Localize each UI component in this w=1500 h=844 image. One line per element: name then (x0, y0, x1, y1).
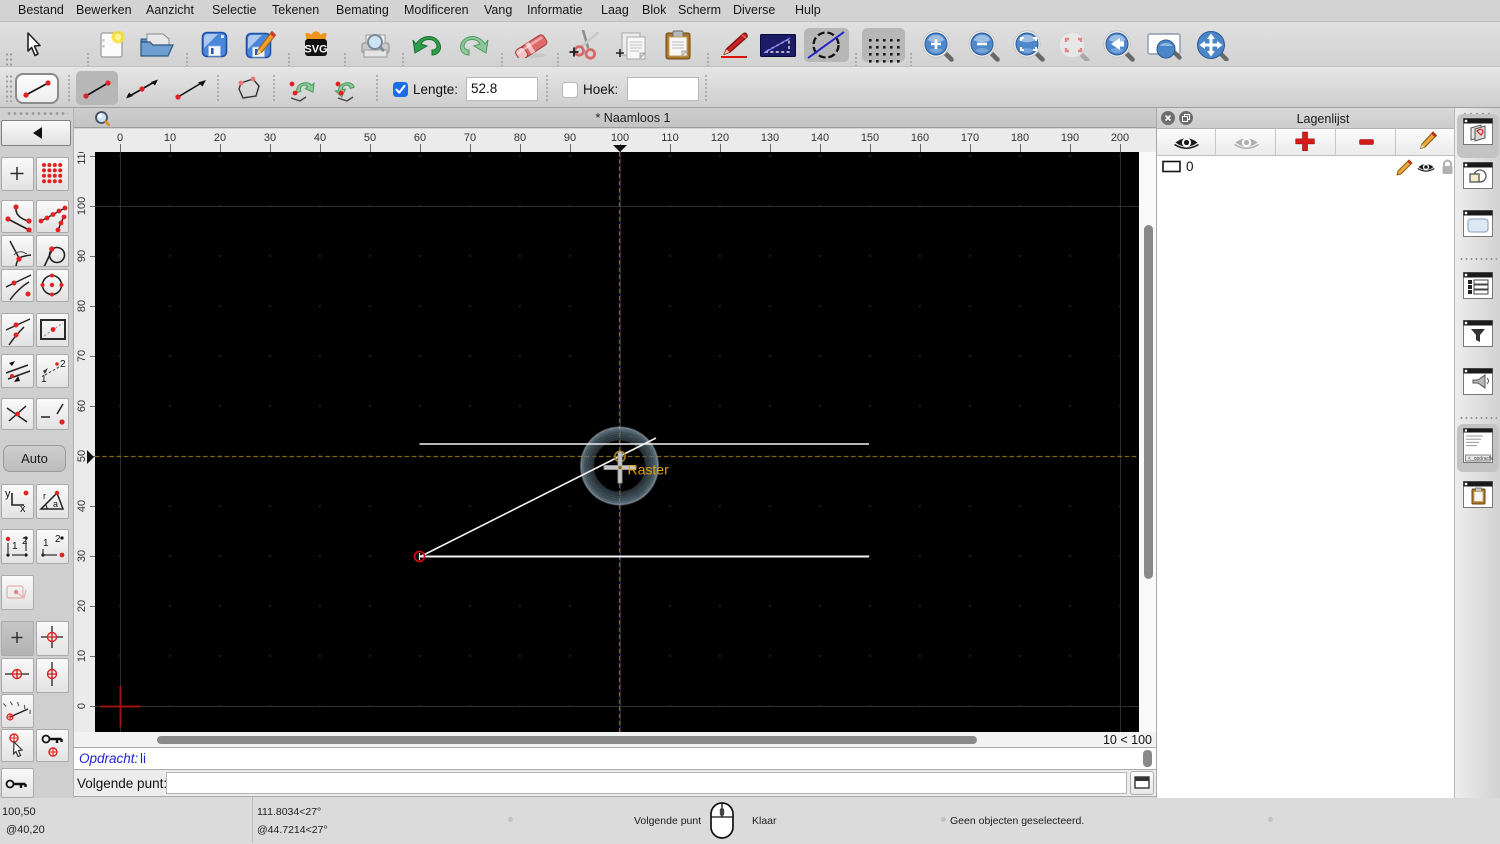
svg-text:y: y (5, 488, 11, 500)
svg-text:110: 110 (76, 152, 88, 165)
svg-text:1: 1 (43, 538, 49, 549)
svg-text:100: 100 (76, 197, 88, 215)
svg-text:160: 160 (911, 132, 929, 144)
svg-text:170: 170 (961, 132, 979, 144)
svg-text:0: 0 (117, 132, 123, 144)
svg-text:a: a (53, 499, 58, 509)
svg-text:30: 30 (76, 550, 88, 562)
svg-text:SVG: SVG (304, 44, 327, 56)
svg-text:120: 120 (711, 132, 729, 144)
svg-text:180: 180 (1011, 132, 1029, 144)
svg-text:140: 140 (811, 132, 829, 144)
svg-text:1: 1 (12, 541, 18, 552)
svg-text:30: 30 (264, 132, 276, 144)
svg-text:10: 10 (76, 650, 88, 662)
svg-text:100: 100 (611, 132, 629, 144)
svg-text:80: 80 (76, 300, 88, 312)
svg-text:200: 200 (1111, 132, 1129, 144)
svg-text:60: 60 (76, 400, 88, 412)
svg-text:150: 150 (861, 132, 879, 144)
svg-text:110: 110 (661, 132, 679, 144)
svg-text:Raster: Raster (628, 462, 670, 478)
svg-text:2: 2 (55, 534, 61, 545)
svg-text:90: 90 (564, 132, 576, 144)
svg-text:1: 1 (41, 374, 47, 385)
svg-text:r: r (43, 491, 46, 501)
svg-text:20: 20 (76, 600, 88, 612)
svg-text:70: 70 (76, 350, 88, 362)
svg-text:40: 40 (76, 500, 88, 512)
svg-text:10: 10 (164, 132, 176, 144)
svg-text:<_opdracht: <_opdracht (1468, 456, 1493, 462)
svg-text:130: 130 (761, 132, 779, 144)
svg-text:2: 2 (60, 359, 66, 370)
svg-text:50: 50 (76, 450, 88, 462)
svg-text:90: 90 (76, 250, 88, 262)
svg-text:80: 80 (514, 132, 526, 144)
svg-text:50: 50 (364, 132, 376, 144)
svg-text:40: 40 (314, 132, 326, 144)
svg-text:70: 70 (464, 132, 476, 144)
svg-text:20: 20 (214, 132, 226, 144)
svg-text:190: 190 (1061, 132, 1079, 144)
svg-text:60: 60 (414, 132, 426, 144)
svg-text:0: 0 (76, 703, 88, 709)
